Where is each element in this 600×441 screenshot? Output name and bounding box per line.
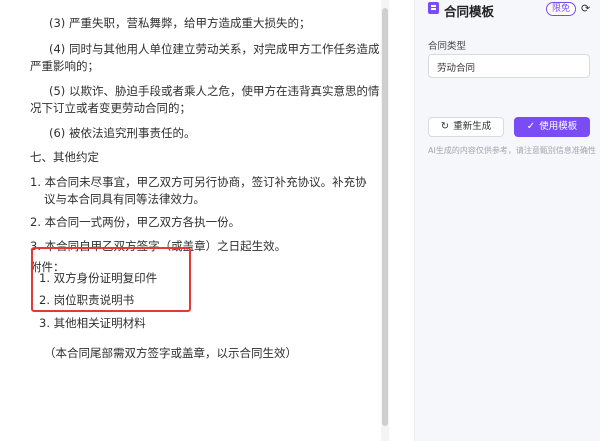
refresh-icon: ↻	[440, 121, 450, 132]
template-logo-icon	[428, 2, 439, 14]
scrollbar-thumb[interactable]	[382, 8, 388, 426]
attachment-item: 3. 其他相关证明材料	[39, 316, 146, 330]
contract-type-field[interactable]: 劳动合同	[428, 54, 590, 78]
doc-line: (5) 以欺诈、胁迫手段或者乘人之危，使甲方在违背真实意思的情	[49, 84, 380, 98]
section-heading: 七、其他约定	[30, 150, 99, 164]
doc-line: 2. 本合同一式两份，甲乙双方各执一份。	[30, 215, 241, 229]
panel-header: 合同模板 限免 ⟳	[415, 0, 600, 22]
free-badge: 限免	[546, 2, 577, 16]
regenerate-button[interactable]: ↻ 重新生成	[428, 117, 504, 137]
doc-line: (6) 被依法追究刑事责任的。	[49, 126, 196, 140]
check-icon: ✓	[526, 121, 536, 132]
use-template-label: 使用模板	[539, 121, 578, 132]
doc-line: 况下订立或者变更劳动合同的；	[30, 101, 191, 115]
template-panel: 合同模板 限免 ⟳ 合同类型 劳动合同 ↻ 重新生成 ✓ 使用模板 AI生成的内容仅…	[414, 0, 600, 441]
doc-line: （本合同尾部需双方签字或盖章，以示合同生效）	[44, 346, 297, 360]
doc-line: 1. 本合同未尽事宜，甲乙双方可另行协商，签订补充协议。补充协	[30, 175, 367, 189]
use-template-button[interactable]: ✓ 使用模板	[514, 117, 590, 137]
doc-line: (4) 同时与其他用人单位建立劳动关系，对完成甲方工作任务造成	[49, 42, 380, 56]
highlight-box	[31, 247, 191, 312]
scrollbar[interactable]	[381, 0, 389, 441]
ai-disclaimer: AI生成的内容仅供参考，请注意甄别信息准确性	[428, 146, 596, 155]
regenerate-label: 重新生成	[453, 121, 492, 132]
contract-type-label: 合同类型	[428, 41, 467, 52]
doc-line: (3) 严重失职，营私舞弊，给甲方造成重大损失的；	[49, 16, 311, 30]
more-icon[interactable]: ⟳	[581, 2, 590, 15]
document-view: (3) 严重失职，营私舞弊，给甲方造成重大损失的； (4) 同时与其他用人单位建…	[0, 0, 392, 441]
panel-title: 合同模板	[444, 4, 495, 19]
doc-line: 议与本合同具有同等法律效力。	[44, 192, 205, 206]
doc-line: 严重影响的；	[30, 59, 99, 73]
